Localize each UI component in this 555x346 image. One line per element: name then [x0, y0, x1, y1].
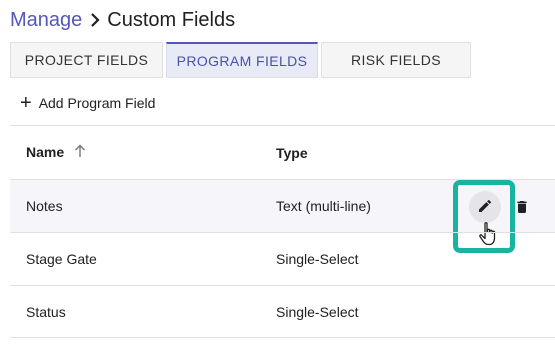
custom-fields-table: Name Type Notes Text (multi-line) Stage … — [10, 125, 555, 338]
edit-button[interactable] — [469, 191, 501, 223]
add-program-field-button[interactable]: + Add Program Field — [20, 92, 155, 114]
field-name: Stage Gate — [26, 251, 97, 267]
column-header-name[interactable]: Name — [26, 144, 86, 161]
row-actions — [453, 180, 553, 253]
table-row[interactable]: Notes Text (multi-line) — [10, 179, 555, 253]
breadcrumb-manage-link[interactable]: Manage — [10, 9, 82, 32]
delete-button[interactable] — [514, 198, 530, 216]
page-title: Custom Fields — [107, 8, 236, 31]
breadcrumb: Manage Custom Fields — [10, 6, 235, 34]
field-name: Notes — [26, 198, 63, 214]
field-name: Status — [26, 303, 66, 320]
tab-project-fields[interactable]: PROJECT FIELDS — [10, 42, 163, 78]
arrow-up-icon — [74, 144, 86, 161]
field-type: Single-Select — [276, 251, 359, 267]
tab-program-fields[interactable]: PROGRAM FIELDS — [166, 42, 318, 78]
table-header-row: Name Type — [10, 125, 555, 179]
chevron-right-icon — [89, 12, 101, 28]
trash-icon — [514, 201, 530, 219]
tab-risk-fields[interactable]: RISK FIELDS — [321, 42, 471, 78]
pencil-icon — [477, 198, 493, 217]
plus-icon: + — [20, 92, 32, 114]
table-row[interactable]: Status Single-Select — [10, 285, 555, 338]
tab-bar: PROJECT FIELDS PROGRAM FIELDS RISK FIELD… — [10, 42, 474, 78]
column-header-type: Type — [276, 144, 308, 161]
table-row[interactable]: Stage Gate Single-Select — [10, 232, 555, 285]
add-program-field-label: Add Program Field — [38, 95, 156, 111]
field-type: Text (multi-line) — [276, 198, 371, 214]
column-header-name-label: Name — [26, 144, 65, 161]
field-type: Single-Select — [276, 303, 359, 320]
